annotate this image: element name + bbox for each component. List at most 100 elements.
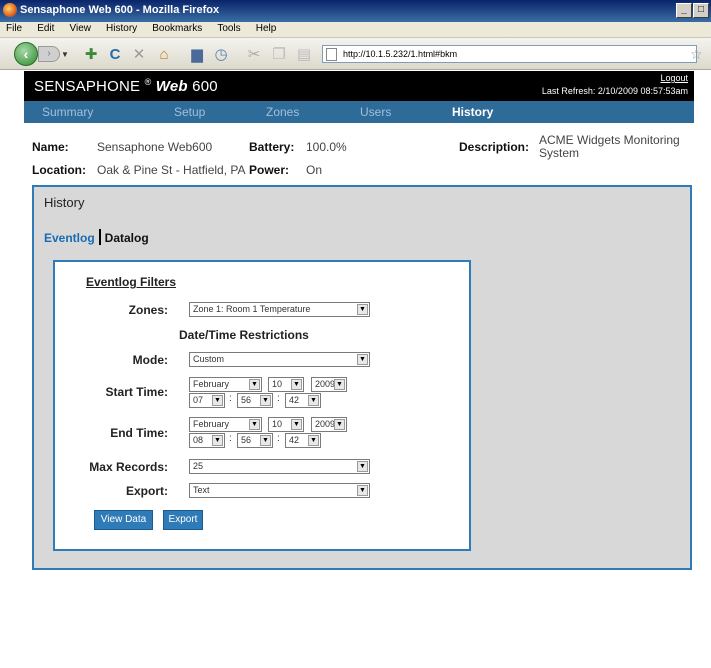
mode-select[interactable]: Custom ▼: [189, 352, 370, 367]
device-location-label: Location:: [32, 163, 86, 177]
menu-bar: File Edit View History Bookmarks Tools H…: [0, 22, 711, 38]
cut-icon[interactable]: ✂: [245, 46, 263, 64]
start-month-select[interactable]: February ▼: [189, 377, 262, 392]
end-hour: 08: [193, 435, 204, 445]
zones-select[interactable]: Zone 1: Room 1 Temperature ▼: [189, 302, 370, 317]
chevron-down-icon: ▼: [357, 304, 368, 315]
end-minute: 56: [241, 435, 252, 445]
battery-label: Battery:: [249, 140, 295, 154]
chevron-down-icon: ▼: [357, 354, 368, 365]
print-icon[interactable]: ▆: [188, 46, 206, 64]
end-second-select[interactable]: 42 ▼: [285, 433, 321, 448]
brand-logo: SENSAPHONE ® Web 600: [34, 77, 218, 95]
time-colon: :: [277, 433, 280, 444]
start-year: 2009: [315, 379, 336, 389]
end-year-select[interactable]: 2009 ▼: [311, 417, 347, 432]
end-time-label: End Time:: [110, 426, 168, 440]
chevron-down-icon: ▼: [357, 485, 368, 496]
mode-label: Mode:: [132, 353, 168, 367]
nav-summary[interactable]: Summary: [42, 105, 93, 119]
filters-title: Eventlog Filters: [86, 275, 177, 289]
window-controls: _ □: [675, 3, 709, 18]
tab-datalog[interactable]: Datalog: [105, 231, 149, 245]
device-name-label: Name:: [32, 140, 69, 154]
export-select[interactable]: Text ▼: [189, 483, 370, 498]
end-month-select[interactable]: February ▼: [189, 417, 262, 432]
subtab-separator: [98, 229, 101, 245]
window-title: Sensaphone Web 600 - Mozilla Firefox: [20, 4, 220, 16]
power-value: On: [306, 163, 323, 177]
start-year-select[interactable]: 2009 ▼: [311, 377, 347, 392]
device-location: Oak & Pine St - Hatfield, PA: [97, 163, 246, 177]
home-icon[interactable]: ⌂: [155, 46, 173, 64]
minimize-icon[interactable]: _: [676, 3, 692, 18]
end-hour-select[interactable]: 08 ▼: [189, 433, 225, 448]
history-panel: History Eventlog Datalog Eventlog Filters…: [32, 185, 692, 570]
description-value-wrap: ACME Widgets Monitoring System: [539, 134, 680, 160]
history-dropdown-icon[interactable]: ▼: [61, 50, 69, 59]
history-title: History: [44, 195, 85, 210]
start-minute-select[interactable]: 56 ▼: [237, 393, 273, 408]
maximize-icon[interactable]: □: [693, 3, 709, 18]
window-titlebar: Sensaphone Web 600 - Mozilla Firefox _ □: [0, 0, 711, 22]
chevron-down-icon: ▼: [249, 419, 260, 430]
end-day: 10: [272, 419, 283, 429]
description-label: Description:: [459, 140, 530, 154]
end-year: 2009: [315, 419, 336, 429]
power-label: Power:: [249, 163, 290, 177]
bookmark-add-icon[interactable]: ✚: [82, 46, 100, 64]
nav-history[interactable]: History: [452, 105, 493, 119]
view-data-button[interactable]: View Data: [94, 510, 153, 530]
forward-arrow-icon[interactable]: ›: [38, 46, 60, 62]
end-day-select[interactable]: 10 ▼: [268, 417, 304, 432]
history-subtabs: Eventlog Datalog: [44, 229, 149, 245]
end-minute-select[interactable]: 56 ▼: [237, 433, 273, 448]
menu-bookmarks[interactable]: Bookmarks: [146, 22, 208, 34]
navigation-toolbar: ‹ › ▼ ✚ C ✕ ⌂ ▆ ◷ ✂ ❐ ▤ http://10.1.5.23…: [0, 38, 711, 70]
last-refresh: Last Refresh: 2/10/2009 08:57:53am: [541, 86, 688, 96]
history-icon[interactable]: ◷: [212, 46, 230, 64]
export-button[interactable]: Export: [163, 510, 203, 530]
copy-icon[interactable]: ❐: [270, 46, 288, 64]
device-name-value-wrap: Sensaphone Web600: [97, 140, 212, 154]
chevron-down-icon: ▼: [334, 419, 345, 430]
tab-eventlog[interactable]: Eventlog: [44, 231, 95, 245]
start-second-select[interactable]: 42 ▼: [285, 393, 321, 408]
start-day-select[interactable]: 10 ▼: [268, 377, 304, 392]
nav-zones[interactable]: Zones: [266, 105, 299, 119]
time-colon: :: [277, 393, 280, 404]
chevron-down-icon: ▼: [357, 461, 368, 472]
menu-help[interactable]: Help: [250, 22, 283, 34]
star-icon[interactable]: ☆: [690, 46, 703, 63]
end-second: 42: [289, 435, 300, 445]
menu-history[interactable]: History: [100, 22, 143, 34]
start-day: 10: [272, 379, 283, 389]
reload-icon[interactable]: C: [106, 46, 124, 64]
chevron-down-icon: ▼: [291, 419, 302, 430]
brand-model: 600: [192, 78, 218, 95]
export-selected: Text: [193, 485, 210, 495]
back-arrow-icon[interactable]: ‹: [14, 42, 38, 66]
device-location-row: Location:: [32, 163, 86, 177]
max-records-select[interactable]: 25 ▼: [189, 459, 370, 474]
nav-setup[interactable]: Setup: [174, 105, 205, 119]
chevron-down-icon: ▼: [212, 395, 223, 406]
url-bar[interactable]: http://10.1.5.232/1.html#bkm: [322, 45, 697, 63]
paste-icon[interactable]: ▤: [295, 46, 313, 64]
chevron-down-icon: ▼: [260, 435, 271, 446]
page-icon: [326, 48, 337, 61]
start-hour: 07: [193, 395, 204, 405]
stop-icon[interactable]: ✕: [130, 46, 148, 64]
chevron-down-icon: ▼: [308, 395, 319, 406]
start-hour-select[interactable]: 07 ▼: [189, 393, 225, 408]
menu-file[interactable]: File: [0, 22, 28, 34]
menu-edit[interactable]: Edit: [31, 22, 60, 34]
max-records-label: Max Records:: [89, 460, 168, 474]
nav-users[interactable]: Users: [360, 105, 391, 119]
device-location-value-wrap: Oak & Pine St - Hatfield, PA: [97, 163, 246, 177]
menu-tools[interactable]: Tools: [211, 22, 246, 34]
datetime-heading: Date/Time Restrictions: [179, 328, 309, 342]
logout-link[interactable]: Logout: [660, 73, 688, 83]
menu-view[interactable]: View: [63, 22, 97, 34]
description-row: Description:: [459, 140, 529, 154]
